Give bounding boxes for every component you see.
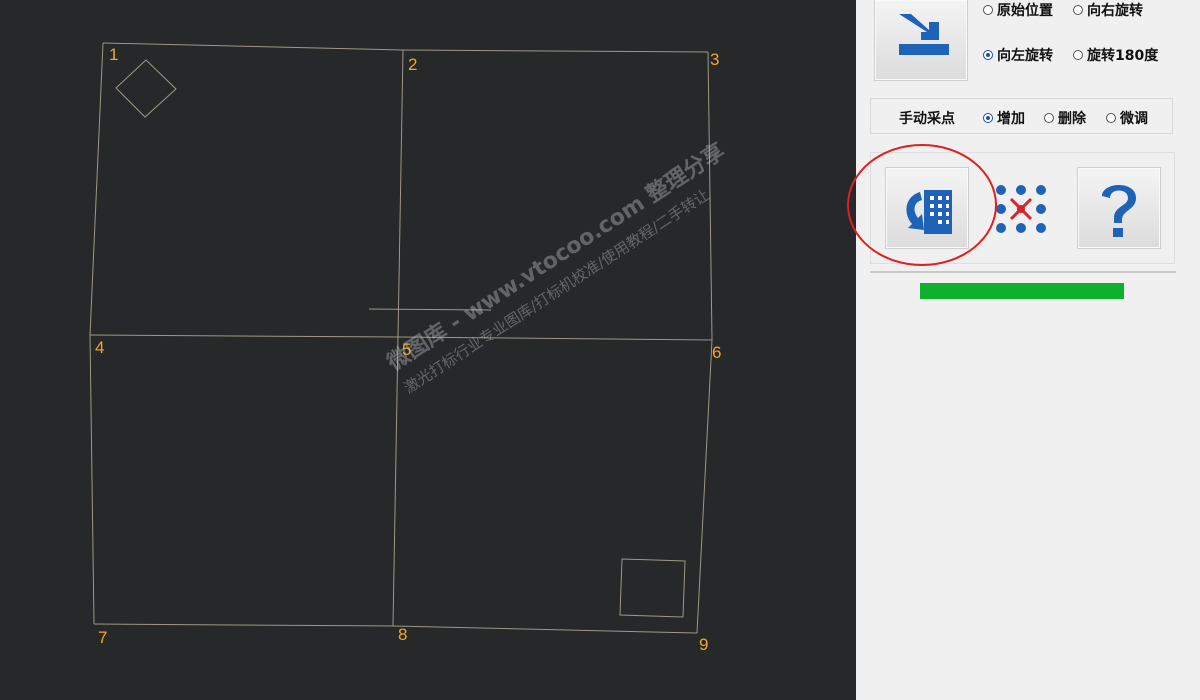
separator <box>870 271 1176 273</box>
point-label: 2 <box>408 55 418 74</box>
point-label: 9 <box>699 635 709 654</box>
square-marker <box>619 558 686 618</box>
point-label: 7 <box>98 628 108 647</box>
rotation-option-label: 向左旋转 <box>997 48 1053 64</box>
help-icon <box>1102 185 1136 237</box>
point-label: 1 <box>109 45 119 64</box>
rotation-option-original[interactable]: 原始位置 <box>983 0 1053 20</box>
sampling-option-label: 删除 <box>1058 111 1086 127</box>
rotation-option-left[interactable]: 向左旋转 <box>983 45 1053 65</box>
rotation-option-right[interactable]: 向右旋转 <box>1073 0 1143 20</box>
rotation-option-label: 向右旋转 <box>1087 3 1143 19</box>
rotation-option-label: 旋转180度 <box>1087 48 1159 64</box>
rotation-option-label: 原始位置 <box>997 3 1053 19</box>
radio-dot <box>983 5 993 15</box>
radio-dot <box>1073 50 1083 60</box>
sampling-option-label: 增加 <box>997 111 1025 127</box>
grid-line-top <box>102 42 709 53</box>
point-label: 3 <box>710 50 720 69</box>
calibration-canvas[interactable]: 1 2 3 4 5 6 7 8 9 微图库 - www.vtocoo.com 整… <box>0 0 856 700</box>
rotation-option-180[interactable]: 旋转180度 <box>1073 45 1158 65</box>
sampling-option-add[interactable]: 增加 <box>983 108 1025 128</box>
radio-dot <box>1044 113 1054 123</box>
progress-bar <box>920 283 1124 299</box>
point-label: 8 <box>398 625 408 644</box>
sampling-option-delete[interactable]: 删除 <box>1044 108 1086 128</box>
point-label: 4 <box>95 338 105 357</box>
grid-line-bottom <box>93 623 698 634</box>
rotate-grid-icon <box>906 190 952 234</box>
sampling-option-finetune[interactable]: 微调 <box>1106 108 1148 128</box>
radio-dot-selected <box>983 50 993 60</box>
progress-fill <box>920 283 1124 299</box>
apply-transform-button[interactable] <box>874 0 968 81</box>
manual-sampling-label: 手动采点 <box>899 111 955 127</box>
rotate-grid-button[interactable] <box>885 167 969 249</box>
help-button[interactable] <box>1077 167 1161 249</box>
diamond-marker <box>115 59 177 118</box>
radio-dot <box>1073 5 1083 15</box>
radio-dot <box>1106 113 1116 123</box>
radio-dot-selected <box>983 113 993 123</box>
apply-transform-icon <box>899 14 949 55</box>
point-label: 6 <box>712 343 722 362</box>
grid-points-clear-icon <box>996 185 1046 233</box>
clear-points-button[interactable] <box>993 167 1053 247</box>
grid-line-left <box>89 42 104 625</box>
sampling-option-label: 微调 <box>1120 111 1148 127</box>
